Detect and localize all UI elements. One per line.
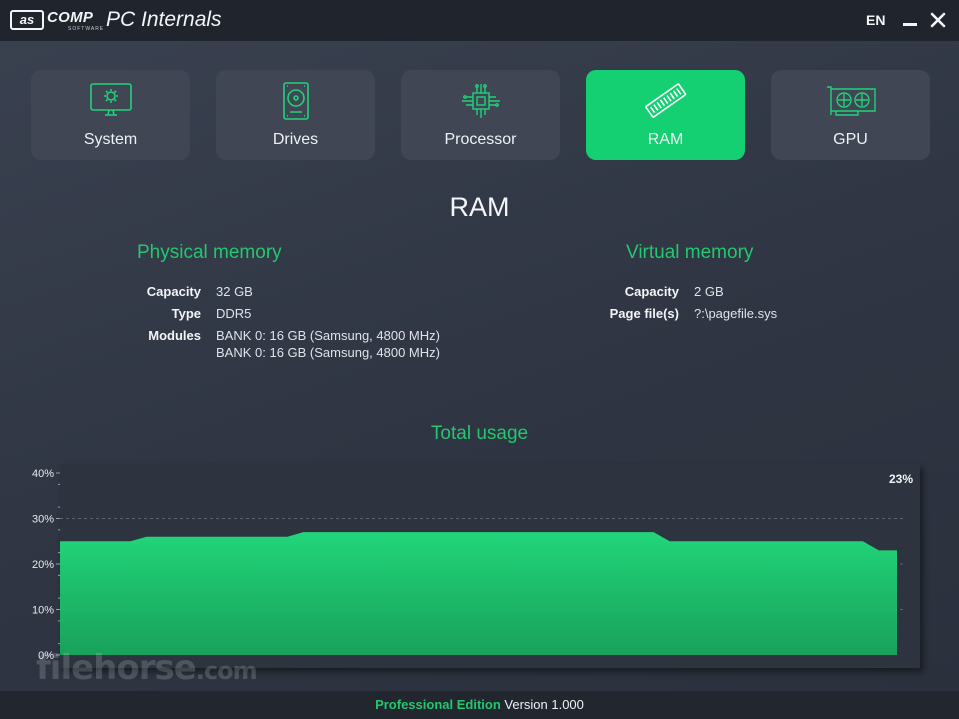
- virtual-capacity-value: 2 GB: [694, 284, 724, 299]
- tab-ram[interactable]: RAM: [586, 70, 745, 160]
- tab-label-drives: Drives: [272, 131, 319, 148]
- title-bar: as COMP SOFTWARE PC Internals EN: [0, 0, 959, 41]
- module-entry: BANK 0: 16 GB (Samsung, 4800 MHz): [216, 328, 440, 343]
- physical-capacity-label: Capacity: [146, 284, 201, 299]
- graphics-card-icon: [824, 81, 878, 125]
- pagefile-value: ?:\pagefile.sys: [694, 306, 778, 321]
- modules-label: Modules: [148, 328, 201, 343]
- tab-label-system: System: [83, 131, 138, 148]
- edition-label: Professional Edition: [375, 697, 501, 712]
- tab-processor[interactable]: Processor: [401, 70, 560, 160]
- watermark-suffix: .com: [195, 657, 258, 685]
- tab-gpu[interactable]: GPU: [771, 70, 930, 160]
- physical-memory-title: Physical memory: [137, 242, 282, 263]
- y-tick-label: 10%: [32, 605, 54, 617]
- tab-label-processor: Processor: [444, 131, 517, 148]
- virtual-capacity-label: Capacity: [624, 284, 679, 299]
- y-tick-label: 20%: [32, 559, 54, 571]
- logo-word: COMP: [47, 9, 94, 26]
- virtual-memory-title: Virtual memory: [626, 242, 754, 263]
- logo-box: as: [10, 10, 44, 30]
- tab-drives[interactable]: Drives: [216, 70, 375, 160]
- tab-label-gpu: GPU: [833, 131, 868, 148]
- current-usage-label: 23%: [889, 472, 913, 486]
- watermark-text: filehorse: [36, 648, 197, 688]
- memory-type-value: DDR5: [216, 306, 252, 321]
- filehorse-watermark: filehorse.com: [36, 648, 258, 688]
- monitor-gear-icon: [88, 81, 134, 125]
- y-tick-label: 40%: [32, 468, 54, 480]
- tab-system[interactable]: System: [31, 70, 190, 160]
- pagefile-label: Page file(s): [609, 306, 679, 321]
- close-icon[interactable]: [929, 11, 947, 29]
- language-selector[interactable]: EN: [866, 12, 885, 28]
- ram-module-icon: [644, 81, 688, 125]
- logo-subtext: SOFTWARE: [68, 26, 105, 32]
- version-label: Version 1.000: [504, 697, 584, 712]
- module-entry: BANK 0: 16 GB (Samsung, 4800 MHz): [216, 345, 440, 360]
- total-usage-title: Total usage: [430, 423, 529, 444]
- usage-area: [60, 532, 897, 655]
- page-title: RAM: [449, 192, 510, 222]
- usage-chart: 40%30%20%10%0%23%: [32, 468, 913, 662]
- y-tick-label: 30%: [32, 514, 54, 526]
- status-footer: Professional Edition Version 1.000: [0, 691, 959, 719]
- app-title: PC Internals: [106, 8, 222, 31]
- hard-drive-icon: [276, 81, 316, 125]
- tab-label-ram: RAM: [647, 131, 684, 148]
- physical-capacity-value: 32 GB: [216, 284, 253, 299]
- ascomp-logo: as COMP SOFTWARE: [10, 9, 103, 32]
- minimize-icon[interactable]: [901, 11, 919, 29]
- memory-type-label: Type: [171, 306, 201, 321]
- cpu-chip-icon: [458, 81, 504, 125]
